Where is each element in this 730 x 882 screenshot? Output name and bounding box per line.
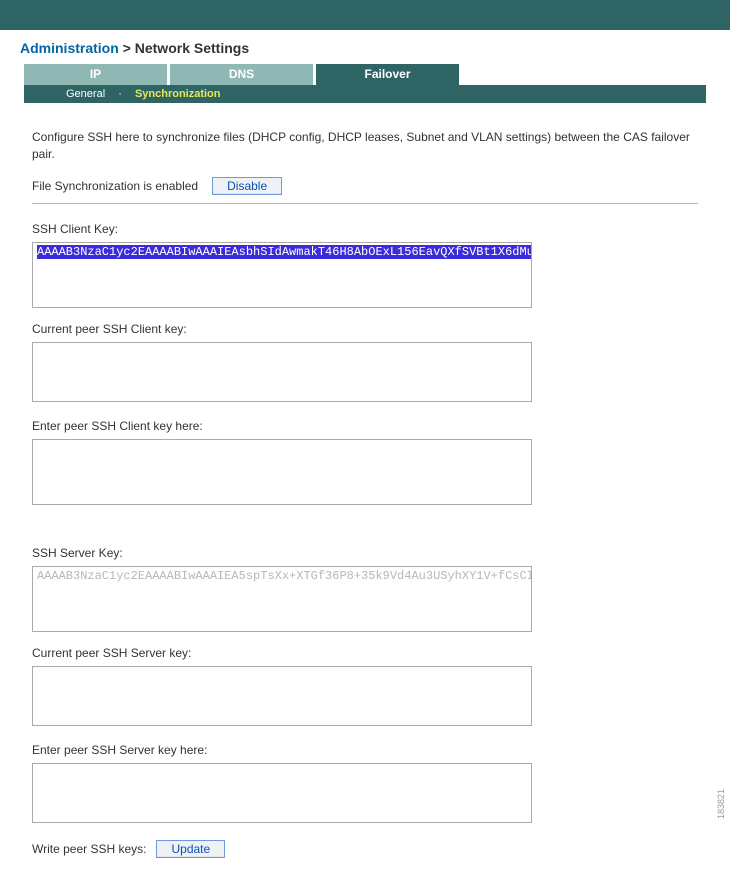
sync-status-text: File Synchronization is enabled bbox=[32, 179, 198, 193]
enter-peer-server-key-label: Enter peer SSH Server key here: bbox=[32, 743, 698, 757]
tab-bar: IP DNS Failover bbox=[24, 64, 714, 85]
ssh-client-key-value: AAAAB3NzaC1yc2EAAAABIwAAAIEAsbhSIdAwmakT… bbox=[37, 245, 532, 259]
app-top-bar bbox=[0, 0, 730, 30]
ssh-client-key-textarea[interactable]: AAAAB3NzaC1yc2EAAAABIwAAAIEAsbhSIdAwmakT… bbox=[32, 242, 532, 308]
current-peer-server-key-textarea[interactable] bbox=[32, 666, 532, 726]
subtab-general[interactable]: General bbox=[66, 88, 105, 100]
current-peer-client-key-textarea[interactable] bbox=[32, 342, 532, 402]
ssh-server-key-textarea[interactable]: AAAAB3NzaC1yc2EAAAABIwAAAIEA5spTsXx+XTGf… bbox=[32, 566, 532, 632]
ssh-server-key-value: AAAAB3NzaC1yc2EAAAABIwAAAIEA5spTsXx+XTGf… bbox=[37, 569, 532, 583]
tab-dns[interactable]: DNS bbox=[170, 64, 313, 85]
subtab-synchronization[interactable]: Synchronization bbox=[135, 88, 221, 100]
disable-button[interactable]: Disable bbox=[212, 177, 282, 195]
breadcrumb: Administration > Network Settings bbox=[16, 30, 714, 64]
enter-peer-client-key-textarea[interactable] bbox=[32, 439, 532, 505]
ssh-server-key-label: SSH Server Key: bbox=[32, 546, 698, 560]
subtab-bar: General · Synchronization bbox=[24, 85, 706, 103]
write-peer-ssh-keys-label: Write peer SSH keys: bbox=[32, 842, 146, 856]
enter-peer-client-key-label: Enter peer SSH Client key here: bbox=[32, 419, 698, 433]
update-button[interactable]: Update bbox=[156, 840, 225, 858]
tab-failover[interactable]: Failover bbox=[316, 64, 459, 85]
image-id: 183821 bbox=[716, 789, 726, 819]
enter-peer-server-key-textarea[interactable] bbox=[32, 763, 532, 823]
current-peer-client-key-label: Current peer SSH Client key: bbox=[32, 322, 698, 336]
ssh-client-key-label: SSH Client Key: bbox=[32, 222, 698, 236]
tab-ip[interactable]: IP bbox=[24, 64, 167, 85]
breadcrumb-page: Network Settings bbox=[135, 40, 249, 56]
subtab-separator: · bbox=[118, 88, 122, 100]
breadcrumb-sep: > bbox=[119, 40, 135, 56]
divider bbox=[32, 203, 698, 204]
breadcrumb-section[interactable]: Administration bbox=[20, 40, 119, 56]
description-text: Configure SSH here to synchronize files … bbox=[32, 129, 698, 163]
current-peer-server-key-label: Current peer SSH Server key: bbox=[32, 646, 698, 660]
